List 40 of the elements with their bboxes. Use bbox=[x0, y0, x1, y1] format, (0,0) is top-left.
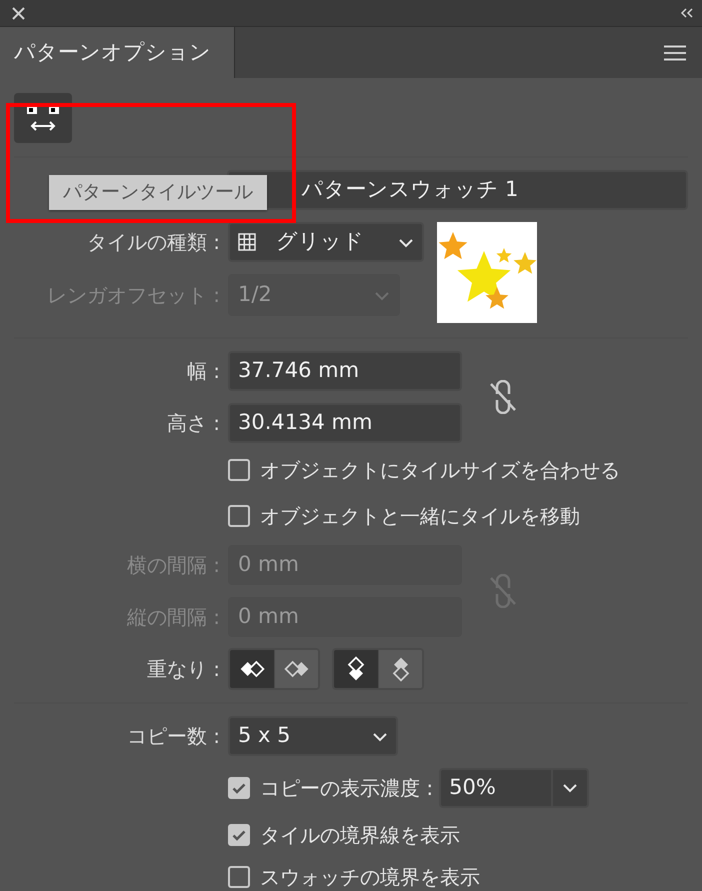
overlap-icon bbox=[238, 659, 266, 679]
chevron-down-icon bbox=[398, 238, 414, 248]
collapse-icon[interactable] bbox=[680, 8, 694, 18]
checkmark-icon bbox=[232, 782, 246, 794]
checkbox-label: スウォッチの境界を表示 bbox=[260, 864, 480, 891]
overlap-option-button[interactable] bbox=[334, 650, 378, 688]
pattern-tile-tool-button[interactable] bbox=[14, 93, 72, 143]
input-field[interactable]: 37.746 mm bbox=[228, 351, 462, 391]
broken-link-icon[interactable] bbox=[488, 380, 518, 414]
dropdown[interactable]: 5 x 5 bbox=[228, 716, 398, 756]
overlap-icon bbox=[390, 655, 410, 683]
input-field[interactable]: 30.4134 mm bbox=[228, 403, 462, 443]
checkbox-label: コピーの表示濃度 : bbox=[260, 775, 434, 802]
checkbox[interactable] bbox=[228, 824, 250, 846]
chevron-down-icon bbox=[562, 783, 578, 793]
checkbox[interactable] bbox=[228, 777, 250, 799]
checkbox-label: オブジェクトにタイルサイズを合わせる bbox=[260, 457, 620, 484]
dropdown[interactable]: グリッド bbox=[228, 222, 424, 262]
tooltip: パターンタイルツール bbox=[49, 175, 267, 210]
chevron-down-icon bbox=[374, 290, 390, 300]
checkmark-icon bbox=[232, 830, 246, 840]
checkbox-label: タイルの境界線を表示 bbox=[260, 822, 460, 849]
checkbox[interactable] bbox=[228, 866, 250, 888]
overlap-icon bbox=[282, 659, 310, 679]
overlap-option-button[interactable] bbox=[230, 650, 274, 688]
dim-combo-box[interactable]: 50% bbox=[439, 768, 590, 808]
overlap-icon bbox=[346, 655, 366, 683]
field-label: コピー数 : bbox=[126, 723, 220, 750]
field-label: 重なり : bbox=[146, 656, 220, 683]
grid-icon bbox=[238, 233, 256, 251]
checkbox[interactable] bbox=[228, 459, 250, 481]
checkbox[interactable] bbox=[228, 505, 250, 527]
field-label: 幅 : bbox=[186, 358, 220, 385]
checkbox-label: オブジェクトと一緒にタイルを移動 bbox=[260, 503, 580, 530]
field-label: 高さ : bbox=[166, 410, 220, 437]
panel-tab[interactable]: パターンオプション bbox=[0, 27, 235, 78]
field-label: タイルの種類 : bbox=[86, 229, 220, 256]
close-icon[interactable] bbox=[12, 6, 25, 20]
menu-icon[interactable] bbox=[664, 44, 686, 60]
chevron-down-icon bbox=[372, 732, 388, 742]
